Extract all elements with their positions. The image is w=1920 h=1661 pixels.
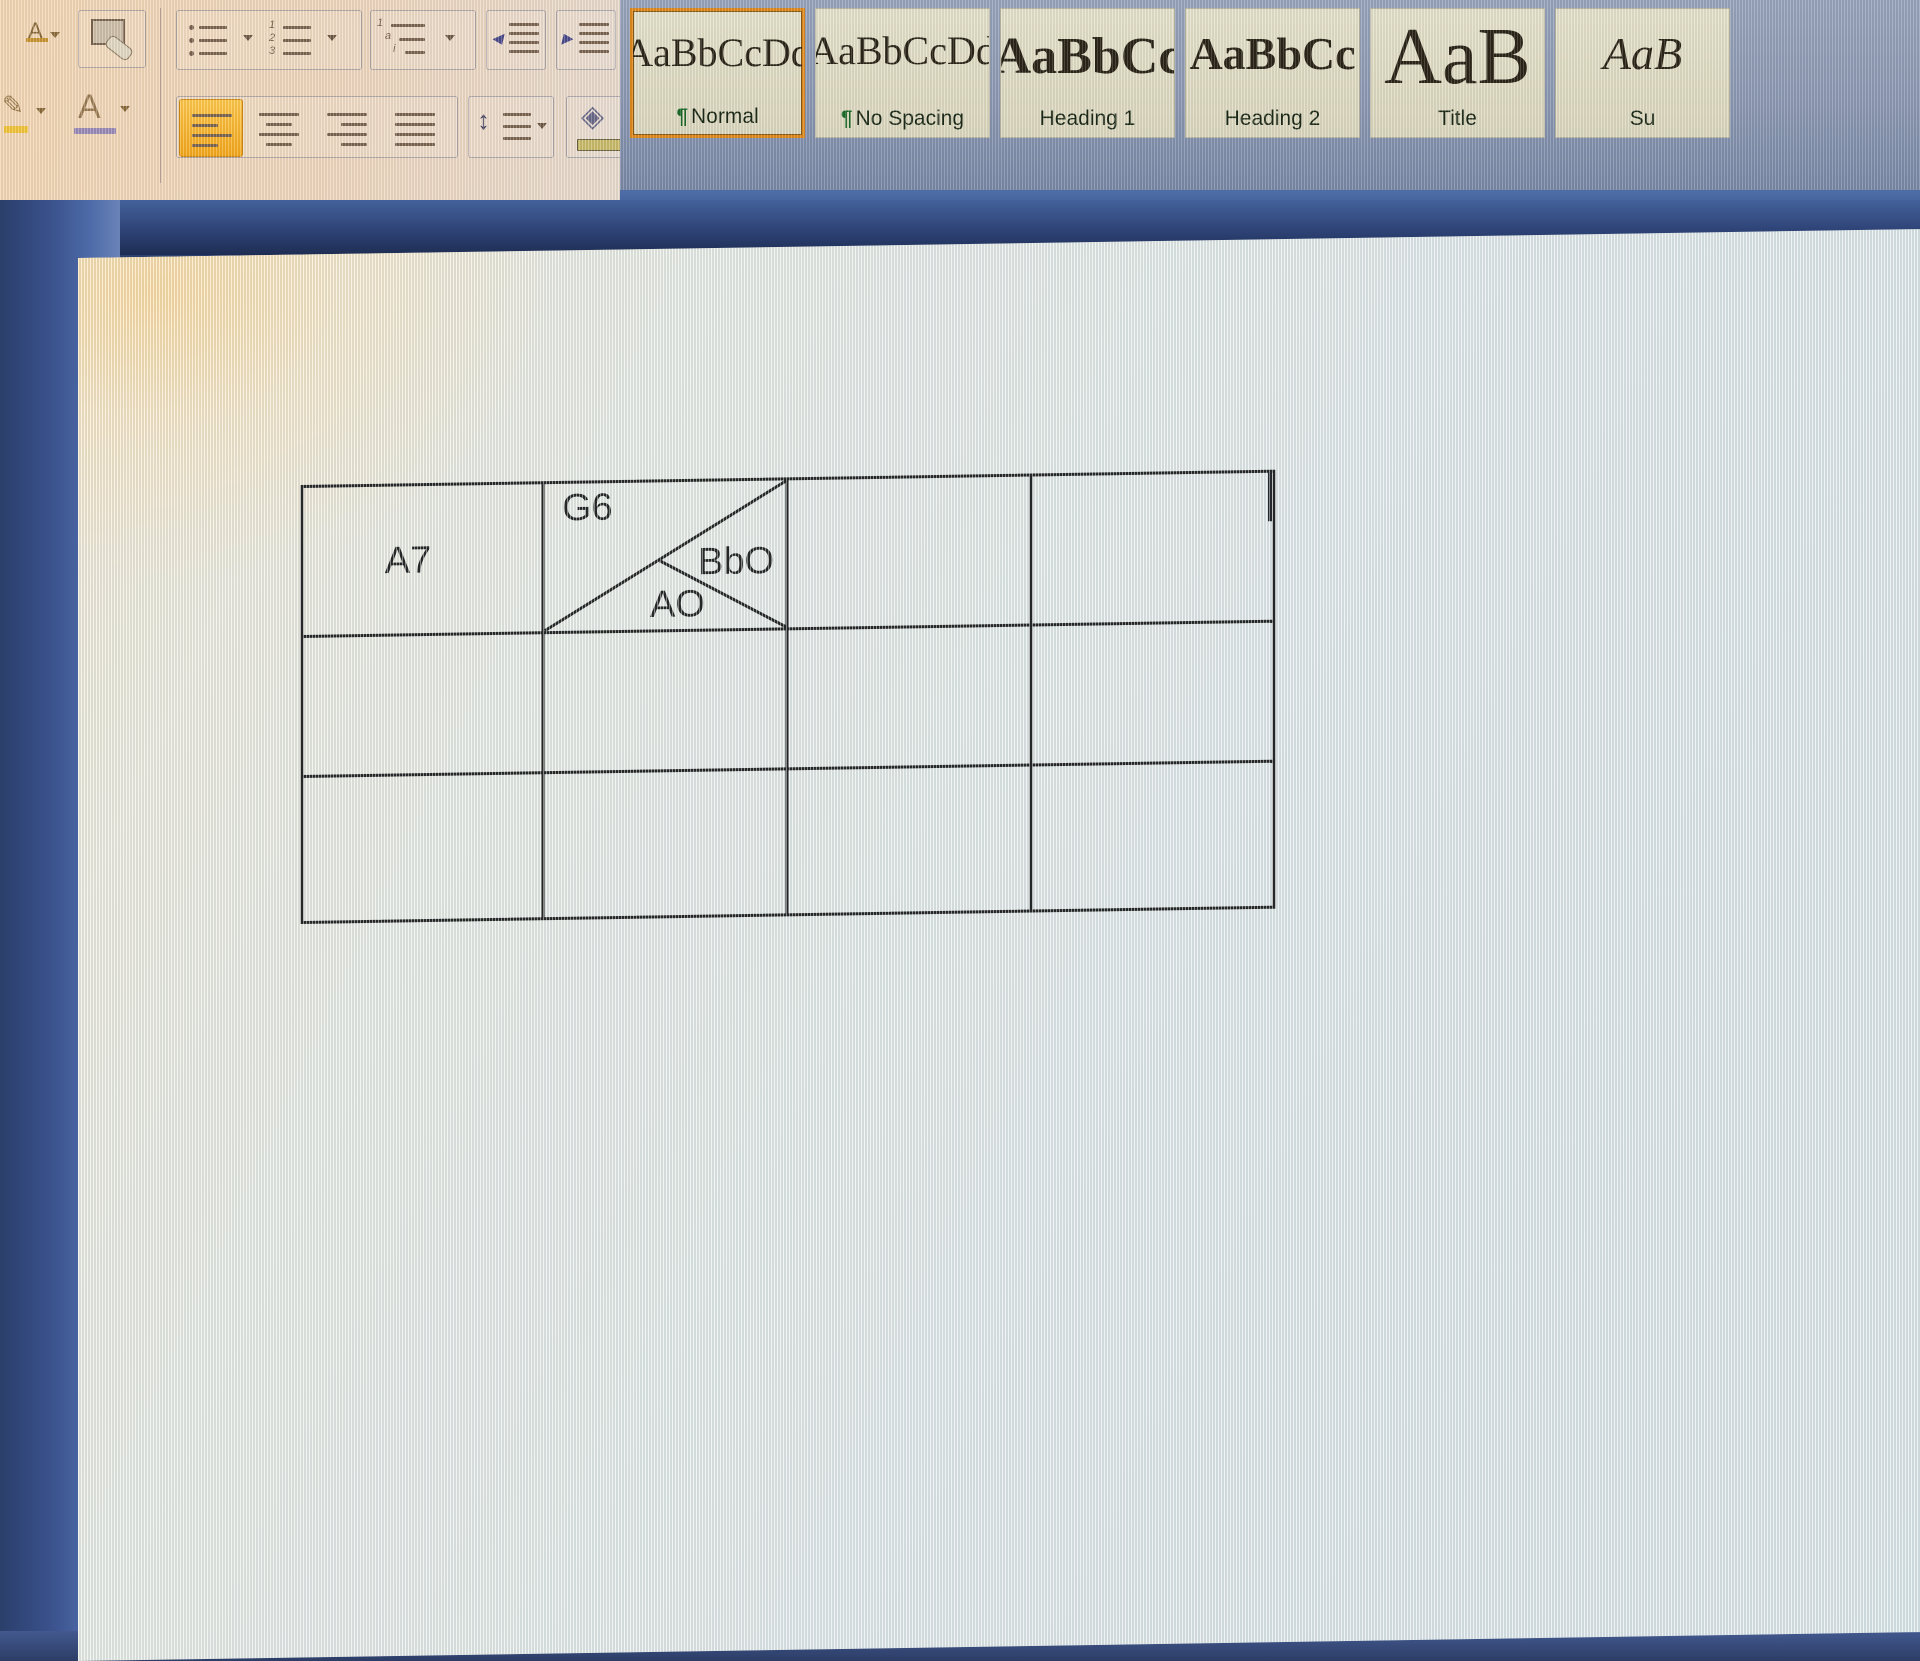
align-center-button[interactable]: [247, 99, 311, 157]
style-normal-label: ¶ Normal: [676, 105, 759, 128]
bullets-button[interactable]: [181, 15, 237, 67]
justify-button[interactable]: [383, 99, 447, 157]
cell-r1c2-label-top-left: G6: [562, 487, 613, 530]
line-spacing-chevron-down-icon[interactable]: [537, 123, 547, 129]
style-normal-sample: AaBbCcDd: [630, 30, 805, 75]
styles-gallery: AaBbCcDd ¶ Normal AaBbCcDd ¶ No Spacing Aa…: [620, 0, 1920, 190]
align-right-button[interactable]: [315, 99, 379, 157]
document-table[interactable]: A7 G6 BbO AO: [300, 469, 1280, 925]
multilevel-chevron-down-icon[interactable]: [445, 35, 455, 41]
style-title-label: Title: [1438, 107, 1477, 130]
style-heading-2[interactable]: AaBbCc Heading 2: [1185, 8, 1360, 138]
cell-r1c1-text: A7: [385, 539, 431, 582]
style-heading-1-label: Heading 1: [1039, 107, 1136, 130]
multilevel-list-button[interactable]: 1 a i: [375, 15, 437, 67]
group-divider: [160, 8, 161, 183]
bullets-chevron-down-icon[interactable]: [243, 35, 253, 41]
style-title-sample: AaB: [1384, 13, 1531, 101]
numbering-button[interactable]: 1 2 3: [265, 15, 321, 67]
clear-formatting-button[interactable]: A: [68, 88, 140, 140]
style-heading-1[interactable]: AaBbCc Heading 1: [1000, 8, 1175, 138]
decrease-indent-button[interactable]: ◂: [486, 10, 546, 70]
style-normal[interactable]: AaBbCcDd ¶ Normal: [630, 8, 805, 138]
format-painter-button[interactable]: [78, 10, 146, 68]
screenshot-root: A ✎ A 1 2 3 1 a i ◂ ▸ ↕ ◈ AaBbCcDd ¶ Nor…: [0, 0, 1920, 1661]
text-cursor: [1268, 471, 1272, 522]
style-no-spacing[interactable]: AaBbCcDd ¶ No Spacing: [815, 8, 990, 138]
style-subtitle-label: Su: [1629, 107, 1656, 130]
table-svg: A7 G6 BbO AO: [300, 469, 1276, 925]
cell-r1c2-label-bottom: AO: [650, 583, 705, 626]
style-heading-2-sample: AaBbCc: [1189, 28, 1356, 79]
font-color-button[interactable]: ✎: [0, 88, 60, 140]
style-no-spacing-label: ¶ No Spacing: [840, 107, 965, 130]
style-heading-1-sample: AaBbCc: [1000, 28, 1175, 85]
style-title[interactable]: AaB Title: [1370, 8, 1545, 138]
numbering-chevron-down-icon[interactable]: [327, 35, 337, 41]
style-no-spacing-sample: AaBbCcDd: [815, 28, 990, 73]
list-buttons-container: 1 2 3: [176, 10, 362, 70]
style-subtitle-sample: AaB: [1602, 28, 1683, 79]
align-left-button[interactable]: [179, 99, 243, 157]
paint-bucket-icon: ◈: [581, 100, 605, 133]
cell-r1c2-label-top-right: BbO: [698, 540, 774, 583]
text-highlight-color-button[interactable]: A: [8, 12, 66, 62]
multilevel-list-container: 1 a i: [370, 10, 476, 70]
style-heading-2-label: Heading 2: [1224, 107, 1321, 130]
alignment-buttons-container: [176, 96, 458, 158]
line-spacing-button[interactable]: ↕: [468, 96, 554, 158]
style-subtitle[interactable]: AaB Su: [1555, 8, 1730, 138]
document-page[interactable]: A7 G6 BbO AO: [78, 229, 1920, 1661]
pilcrow-icon: ¶: [676, 105, 688, 128]
increase-indent-button[interactable]: ▸: [556, 10, 616, 70]
pilcrow-icon: ¶: [840, 107, 853, 130]
